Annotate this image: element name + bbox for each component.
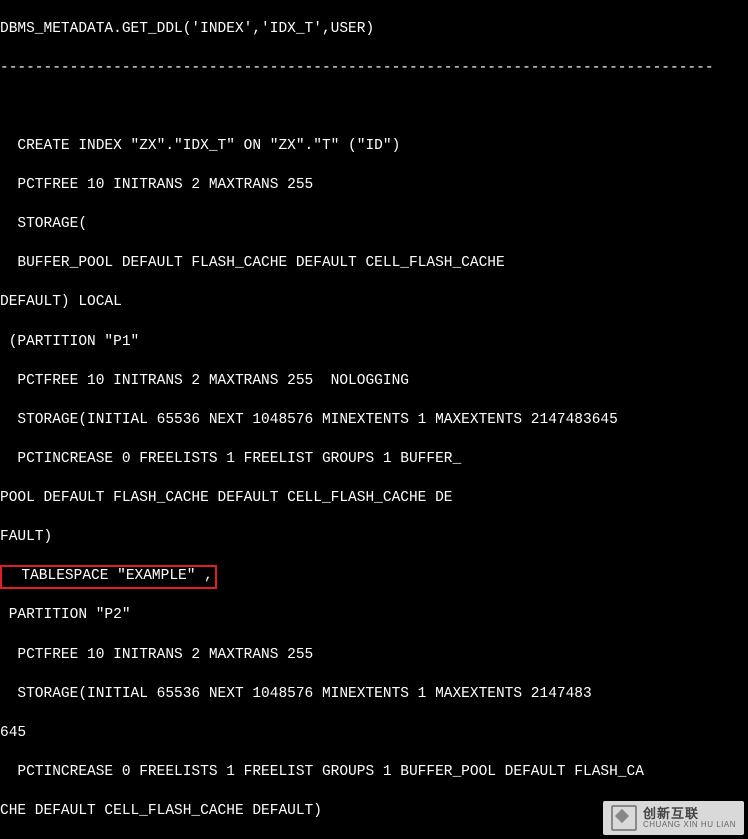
ddl-line: STORAGE(INITIAL 65536 NEXT 1048576 MINEX… (0, 411, 748, 431)
header-title: DBMS_METADATA.GET_DDL('INDEX','IDX_T',US… (0, 20, 748, 40)
ddl-line: (PARTITION "P1" (0, 333, 748, 353)
ddl-line: PARTITION "P2" (0, 606, 748, 626)
ddl-line: PCTINCREASE 0 FREELISTS 1 FREELIST GROUP… (0, 763, 748, 783)
ddl-line: PCTFREE 10 INITRANS 2 MAXTRANS 255 (0, 646, 748, 666)
ddl-line: BUFFER_POOL DEFAULT FLASH_CACHE DEFAULT … (0, 254, 748, 274)
ddl-line: POOL DEFAULT FLASH_CACHE DEFAULT CELL_FL… (0, 489, 748, 509)
ddl-line: PCTFREE 10 INITRANS 2 MAXTRANS 255 (0, 176, 748, 196)
watermark: 创新互联 CHUANG XIN HU LIAN (603, 801, 744, 835)
ddl-line: PCTINCREASE 0 FREELISTS 1 FREELIST GROUP… (0, 450, 748, 470)
ddl-line: DEFAULT) LOCAL (0, 293, 748, 313)
highlight-tablespace-example: TABLESPACE "EXAMPLE" , (0, 565, 217, 589)
ddl-line: FAULT) (0, 528, 748, 548)
ddl-line: CREATE INDEX "ZX"."IDX_T" ON "ZX"."T" ("… (0, 137, 748, 157)
ddl-line: STORAGE( (0, 215, 748, 235)
terminal-output: DBMS_METADATA.GET_DDL('INDEX','IDX_T',US… (0, 0, 748, 839)
watermark-text-cn: 创新互联 (643, 807, 736, 821)
watermark-logo-icon (611, 805, 637, 831)
header-separator: ----------------------------------------… (0, 59, 748, 79)
ddl-line: STORAGE(INITIAL 65536 NEXT 1048576 MINEX… (0, 685, 748, 705)
watermark-text-sub: CHUANG XIN HU LIAN (643, 821, 736, 829)
ddl-line: 645 (0, 724, 748, 744)
ddl-line: PCTFREE 10 INITRANS 2 MAXTRANS 255 NOLOG… (0, 372, 748, 392)
